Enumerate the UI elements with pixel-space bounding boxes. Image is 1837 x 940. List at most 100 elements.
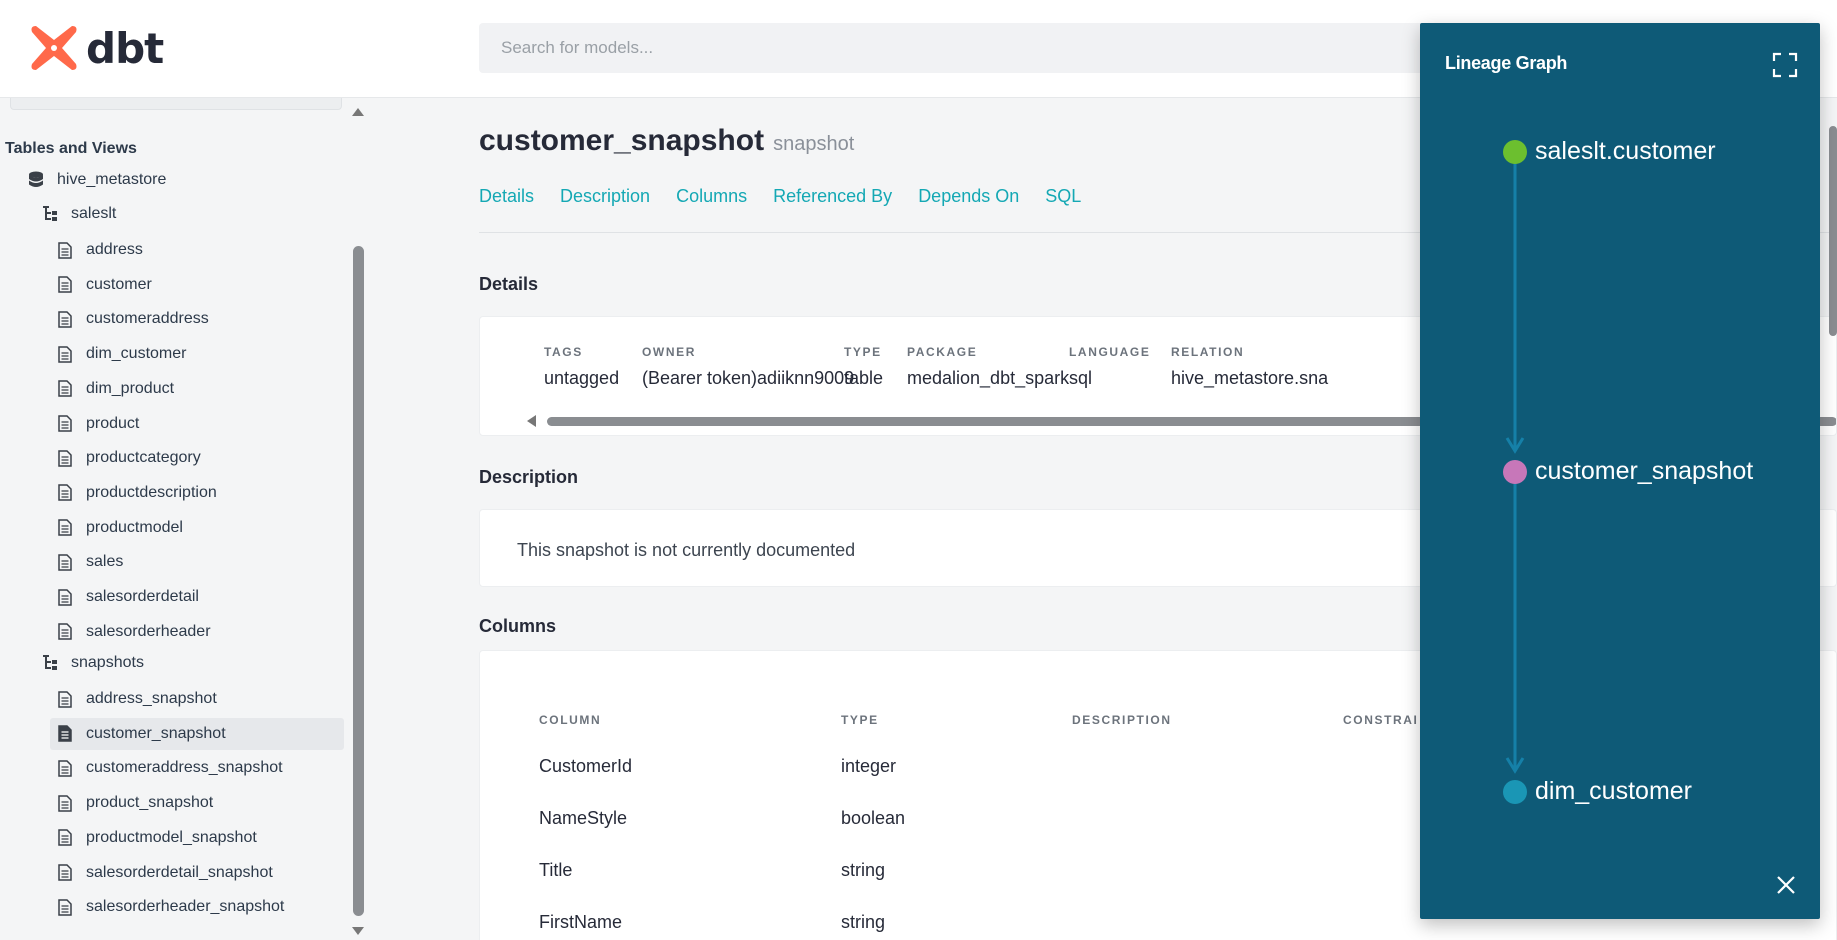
- file-icon: [56, 690, 74, 708]
- detail-label: LANGUAGE: [1069, 345, 1151, 359]
- details-title: Details: [479, 274, 539, 294]
- tree-item-product[interactable]: product: [56, 408, 139, 440]
- tree-item-salesorderheader-snapshot[interactable]: salesorderheader_snapshot: [56, 891, 284, 923]
- lineage-node-dot[interactable]: [1503, 460, 1527, 484]
- detail-label: PACKAGE: [907, 345, 978, 359]
- lineage-node-label[interactable]: dim_customer: [1535, 777, 1692, 806]
- sidebar-section-title: Tables and Views: [5, 140, 137, 157]
- column-type: boolean: [841, 808, 906, 828]
- file-icon: [56, 725, 74, 743]
- tree-item-customer[interactable]: customer: [56, 269, 152, 301]
- detail-value: untagged: [544, 368, 620, 388]
- detail-language: LANGUAGE sql: [1069, 345, 1150, 389]
- tree-item-label: salesorderheader: [86, 622, 211, 640]
- tree-item-label: product: [86, 414, 140, 432]
- lineage-panel: Lineage Graph saleslt.customer customer_…: [1420, 23, 1820, 919]
- dbt-logo-icon: [31, 26, 77, 70]
- lineage-node-label[interactable]: customer_snapshot: [1535, 457, 1753, 486]
- tree-item-product-snapshot[interactable]: product_snapshot: [56, 787, 213, 819]
- sidebar-scrollbar-thumb[interactable]: [353, 246, 364, 916]
- tab-sql[interactable]: SQL: [1045, 186, 1081, 207]
- close-icon[interactable]: [1772, 871, 1800, 899]
- tree-item-customeraddress-snapshot[interactable]: customeraddress_snapshot: [56, 752, 283, 784]
- tab-details[interactable]: Details: [479, 186, 534, 207]
- tree-item-productdescription[interactable]: productdescription: [56, 477, 217, 509]
- file-icon: [56, 310, 74, 328]
- detail-value: sql: [1069, 368, 1093, 388]
- dbt-logo[interactable]: dbt: [28, 22, 164, 74]
- search-input[interactable]: [479, 23, 1479, 73]
- detail-type: TYPE table: [844, 345, 883, 389]
- tree-schema-saleslt[interactable]: saleslt: [41, 198, 116, 230]
- file-icon: [56, 898, 74, 916]
- file-icon: [56, 623, 74, 641]
- scroll-down-arrow-icon[interactable]: [352, 927, 364, 935]
- tree-item-label: customer_snapshot: [86, 724, 226, 742]
- tree-item-label: salesorderdetail: [86, 588, 199, 605]
- tree-item-label: dim_customer: [86, 345, 187, 363]
- tree-item-salesorderdetail-snapshot[interactable]: salesorderdetail_snapshot: [56, 857, 273, 889]
- scroll-up-arrow-icon[interactable]: [352, 108, 364, 116]
- tree-item-customeraddress[interactable]: customeraddress: [56, 303, 209, 335]
- sidebar-top-control[interactable]: [10, 98, 342, 110]
- file-icon: [56, 380, 74, 398]
- schema-tree-icon: [41, 654, 59, 672]
- column-header: COLUMN: [539, 713, 602, 727]
- tree-item-address-snapshot[interactable]: address_snapshot: [56, 683, 217, 715]
- page-title: customer_snapshot snapshot: [479, 124, 854, 158]
- tree-item-label: salesorderheader_snapshot: [86, 898, 285, 916]
- detail-package: PACKAGE medalion_dbt_spark: [907, 345, 1069, 389]
- tree-item-productmodel[interactable]: productmodel: [56, 512, 183, 544]
- tree-item-customer-snapshot[interactable]: customer_snapshot: [50, 717, 344, 750]
- tree-item-label: product_snapshot: [86, 794, 214, 812]
- file-icon: [56, 829, 74, 847]
- sidebar: Tables and Views hive_metastore saleslt …: [0, 98, 350, 940]
- column-name[interactable]: FirstName: [539, 912, 622, 933]
- tree-item-sales[interactable]: sales: [56, 546, 123, 578]
- database-icon: [27, 171, 45, 189]
- tree-item-dim-customer[interactable]: dim_customer: [56, 338, 186, 370]
- file-icon: [56, 276, 74, 294]
- tree-database-hive-metastore[interactable]: hive_metastore: [27, 164, 166, 196]
- tab-referenced-by[interactable]: Referenced By: [773, 186, 892, 207]
- detail-value: medalion_dbt_spark: [907, 368, 1070, 388]
- file-icon: [56, 449, 74, 467]
- tree-item-dim-product[interactable]: dim_product: [56, 373, 174, 405]
- file-icon: [56, 345, 74, 363]
- column-name[interactable]: Title: [539, 860, 572, 881]
- detail-relation: RELATION hive_metastore.sna: [1171, 345, 1328, 389]
- column-name[interactable]: NameStyle: [539, 808, 627, 829]
- column-name[interactable]: CustomerId: [539, 756, 632, 777]
- scroll-left-arrow-icon[interactable]: [527, 415, 536, 427]
- detail-value: (Bearer token)adiiknn9009: [642, 368, 855, 388]
- tree-item-label: productdescription: [86, 483, 217, 501]
- tree-schema-label: saleslt: [71, 205, 117, 222]
- tree-schema-snapshots[interactable]: snapshots: [41, 647, 144, 679]
- lineage-node-dot[interactable]: [1503, 780, 1527, 804]
- tree-item-label: productcategory: [86, 449, 201, 467]
- detail-label: RELATION: [1171, 345, 1245, 359]
- type-header: TYPE: [841, 713, 879, 727]
- tab-columns[interactable]: Columns: [676, 186, 747, 207]
- tab-description[interactable]: Description: [560, 186, 650, 207]
- file-icon: [56, 415, 74, 433]
- tree-item-productmodel-snapshot[interactable]: productmodel_snapshot: [56, 822, 257, 854]
- tree-item-address[interactable]: address: [56, 234, 143, 266]
- lineage-node-label[interactable]: saleslt.customer: [1535, 137, 1716, 166]
- lineage-node-dot[interactable]: [1503, 140, 1527, 164]
- tree-item-label: address: [86, 241, 143, 258]
- description-title: Description: [479, 467, 579, 487]
- tab-depends-on[interactable]: Depends On: [918, 186, 1019, 207]
- column-type: integer: [841, 756, 897, 776]
- detail-owner: OWNER (Bearer token)adiiknn9009: [642, 345, 854, 389]
- file-icon: [56, 241, 74, 259]
- detail-label: OWNER: [642, 345, 696, 359]
- tree-item-salesorderheader[interactable]: salesorderheader: [56, 616, 211, 648]
- tree-item-salesorderdetail[interactable]: salesorderdetail: [56, 581, 199, 613]
- main-scrollbar-thumb[interactable]: [1829, 126, 1837, 336]
- model-kind: snapshot: [773, 133, 855, 155]
- detail-tags: TAGS untagged: [544, 345, 619, 389]
- tree-database-label: hive_metastore: [57, 171, 167, 188]
- columns-title: Columns: [479, 616, 557, 636]
- tree-item-productcategory[interactable]: productcategory: [56, 442, 201, 474]
